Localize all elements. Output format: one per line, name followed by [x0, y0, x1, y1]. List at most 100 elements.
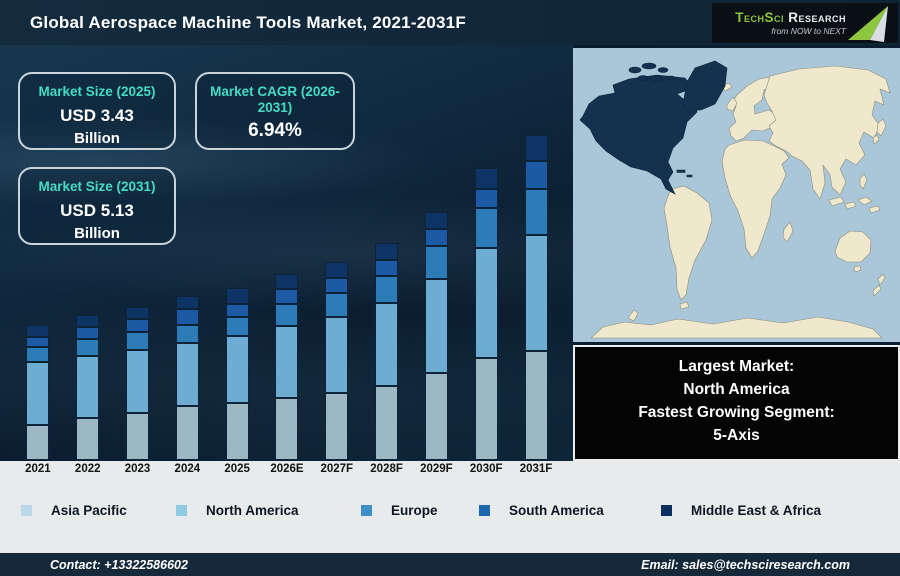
- x-axis-label: 2028F: [370, 463, 403, 475]
- bar-segment: [375, 243, 399, 260]
- stacked-bar-2025: [225, 288, 249, 460]
- bar-segment: [375, 276, 399, 303]
- bottom-strip: 2021 2022 2023 2024 2025 2026E 2027F 2028F 2029F…: [0, 461, 900, 553]
- legend-swatch: [479, 505, 490, 516]
- legend-label: North America: [206, 503, 299, 518]
- x-axis-label: 2030F: [469, 463, 503, 475]
- bar-segment: [76, 418, 100, 460]
- logo-arrow-icon: [848, 6, 888, 42]
- bar-segment: [126, 319, 150, 332]
- callout-box: Largest Market: North America Fastest Gr…: [573, 345, 900, 461]
- footer-bar: Contact: +13322586602 Email: sales@techs…: [0, 553, 900, 576]
- stacked-bar-2024: [175, 296, 199, 460]
- bar-column-2025: [212, 124, 262, 460]
- stacked-bar-2027F: [325, 262, 349, 460]
- x-axis-label: 2023: [124, 463, 151, 475]
- bar-segment: [26, 425, 50, 460]
- stacked-bar-2023: [126, 307, 150, 460]
- x-axis-labels: 2021 2022 2023 2024 2025 2026E 2027F 2028F 2029F…: [13, 463, 561, 475]
- stacked-bar-2026E: [275, 274, 299, 460]
- bar-segment: [474, 208, 498, 248]
- bar-segment: [175, 296, 199, 309]
- x-axis-label: 2029F: [420, 463, 453, 475]
- bar-segment: [424, 246, 448, 279]
- world-map-svg: [573, 48, 900, 342]
- bar-segment: [474, 358, 498, 460]
- bar-segment: [126, 350, 150, 413]
- callout-largest-market-label: Largest Market:: [678, 358, 795, 375]
- x-axis-label: 2021: [25, 463, 51, 475]
- techsci-logo: TechSci Research from NOW to NEXT: [712, 3, 898, 43]
- bar-segment: [424, 212, 448, 229]
- bars-row: [13, 124, 561, 460]
- legend-label: Asia Pacific: [51, 503, 127, 518]
- bar-segment: [275, 326, 299, 398]
- bar-column-2031F: [511, 124, 561, 460]
- bar-segment: [225, 288, 249, 304]
- bar-segment: [424, 373, 448, 460]
- bar-segment: [175, 309, 199, 325]
- bar-segment: [225, 304, 249, 317]
- bar-segment: [175, 406, 199, 460]
- logo-brand-primary: TechSci: [735, 10, 784, 25]
- legend-label: South America: [509, 503, 604, 518]
- bar-segment: [524, 135, 548, 161]
- bar-segment: [76, 327, 100, 339]
- bar-segment: [424, 229, 448, 246]
- bar-segment: [474, 189, 498, 208]
- legend-swatch: [21, 505, 32, 516]
- bar-segment: [126, 413, 150, 460]
- bar-segment: [275, 274, 299, 289]
- chart-legend: Asia Pacific North America Europe South Ame…: [0, 503, 900, 523]
- x-axis-label: 2026E: [270, 463, 304, 475]
- bar-column-2028F: [362, 124, 412, 460]
- bar-segment: [275, 289, 299, 304]
- stacked-bar-2029F: [424, 212, 448, 460]
- bar-segment: [225, 403, 249, 460]
- infographic-poster: Global Aerospace Machine Tools Market, 2…: [0, 0, 900, 576]
- bar-segment: [76, 339, 100, 356]
- bar-segment: [26, 337, 50, 347]
- page-title: Global Aerospace Machine Tools Market, 2…: [30, 12, 466, 32]
- market-cagr-label: Market CAGR (2026-2031): [210, 84, 340, 115]
- callout-largest-market-value: North America: [683, 381, 790, 398]
- bar-column-2029F: [412, 124, 462, 460]
- bar-column-2026E: [262, 124, 312, 460]
- bar-column-2023: [113, 124, 163, 460]
- logo-brand-text: TechSci Research: [735, 10, 846, 25]
- header-bar: Global Aerospace Machine Tools Market, 2…: [0, 0, 900, 45]
- bar-segment: [325, 393, 349, 460]
- callout-fastest-segment-value: 5-Axis: [713, 427, 760, 444]
- bar-segment: [26, 347, 50, 362]
- bar-column-2030F: [461, 124, 511, 460]
- x-axis-label: 2027F: [320, 463, 354, 475]
- legend-swatch: [176, 505, 187, 516]
- bar-segment: [474, 248, 498, 358]
- bar-segment: [175, 343, 199, 406]
- legend-item: South America: [479, 503, 604, 518]
- x-axis-label: 2025: [224, 463, 250, 475]
- bar-segment: [375, 303, 399, 386]
- bar-segment: [424, 279, 448, 373]
- world-map: [573, 48, 900, 342]
- legend-item: Middle East & Africa: [661, 503, 821, 518]
- bar-segment: [126, 332, 150, 350]
- bar-segment: [76, 315, 100, 327]
- bar-segment: [275, 304, 299, 326]
- legend-item: Asia Pacific: [21, 503, 127, 518]
- bar-segment: [126, 307, 150, 319]
- legend-item: North America: [176, 503, 299, 518]
- stacked-bar-2030F: [474, 168, 498, 460]
- x-axis-label: 2024: [174, 463, 201, 475]
- footer-email: Email: sales@techsciresearch.com: [641, 557, 850, 572]
- x-axis-label: 2031F: [519, 463, 553, 475]
- bar-segment: [26, 362, 50, 425]
- bar-column-2022: [63, 124, 113, 460]
- bar-column-2024: [162, 124, 212, 460]
- bar-column-2021: [13, 124, 63, 460]
- stacked-bar-2028F: [375, 243, 399, 460]
- legend-swatch: [661, 505, 672, 516]
- bar-segment: [26, 325, 50, 337]
- bar-segment: [375, 260, 399, 276]
- logo-tagline: from NOW to NEXT: [771, 26, 846, 36]
